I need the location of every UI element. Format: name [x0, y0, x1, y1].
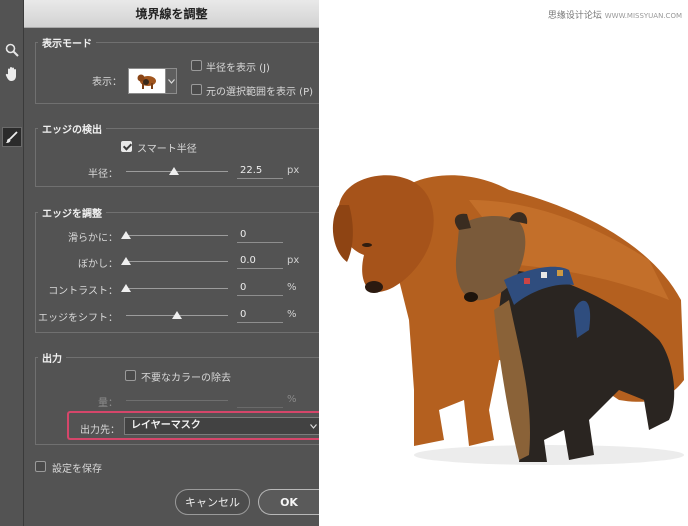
output-to-label: 出力先： [80, 425, 120, 436]
dogs-photo [332, 175, 684, 465]
contrast-slider-track[interactable] [126, 288, 228, 289]
amount-field [237, 392, 283, 408]
shift-edge-field[interactable]: 0 [237, 307, 283, 323]
shift-edge-label: エッジをシフト： [38, 313, 118, 324]
output-to-value: レイヤーマスク [131, 420, 201, 431]
golden-dog-ear [332, 205, 353, 262]
smart-radius-checkbox[interactable] [121, 141, 132, 152]
collar-patch-3 [557, 270, 563, 276]
adjust-edge-title: エッジを調整 [38, 205, 106, 220]
edge-detection-title: エッジの検出 [38, 121, 106, 136]
shift-edge-slider-thumb[interactable] [172, 311, 182, 319]
hand-icon[interactable] [2, 64, 22, 84]
ground-shadow [414, 445, 684, 465]
zoom-icon[interactable] [2, 40, 22, 60]
refine-brush-icon[interactable] [2, 127, 22, 147]
dialog-title: 境界線を調整 [135, 7, 208, 21]
tool-strip [0, 0, 24, 526]
ok-button[interactable]: OK [258, 489, 319, 515]
smooth-field[interactable]: 0 [237, 227, 283, 243]
terrier-nose [464, 292, 478, 302]
show-radius-checkbox[interactable] [191, 60, 202, 71]
smart-radius-label: スマート半径 [137, 144, 197, 155]
feather-slider-track[interactable] [126, 261, 228, 262]
image-canvas: 思缘设计论坛 WWW.MISSYUAN.COM [319, 0, 688, 526]
show-original-label: 元の選択範囲を表示 (P) [206, 87, 314, 98]
refine-edge-dialog: 境界線を調整 表示モード 表示： 半径を表示 (J) 元の選択範囲を表示 (P)… [24, 0, 319, 526]
amount-unit: % [287, 394, 297, 405]
feather-label: ぼかし： [78, 259, 118, 270]
contrast-unit: % [287, 282, 297, 293]
smooth-slider-thumb[interactable] [121, 231, 131, 239]
feather-slider-thumb[interactable] [121, 257, 131, 265]
shift-edge-unit: % [287, 309, 297, 320]
contrast-slider-thumb[interactable] [121, 284, 131, 292]
view-mode-dropdown[interactable] [166, 68, 177, 94]
decontaminate-label: 不要なカラーの除去 [141, 373, 231, 384]
dog-thumbnail-icon [137, 74, 156, 89]
contrast-field[interactable]: 0 [237, 280, 283, 296]
golden-dog-nose [365, 281, 383, 293]
decontaminate-checkbox[interactable] [125, 370, 136, 381]
golden-dog-eye [362, 243, 372, 247]
radius-unit: px [287, 165, 300, 176]
remember-settings-checkbox[interactable] [35, 461, 46, 472]
chevron-down-icon [167, 78, 175, 84]
smooth-slider-track[interactable] [126, 235, 228, 236]
amount-label: 量： [98, 398, 118, 409]
collar-patch-2 [541, 272, 547, 278]
radius-label: 半径： [88, 169, 118, 180]
amount-slider-track [126, 400, 228, 401]
smooth-label: 滑らかに： [68, 233, 118, 244]
view-mode-thumbnail[interactable] [128, 68, 166, 94]
view-mode-title: 表示モード [38, 35, 96, 50]
show-original-checkbox[interactable] [191, 84, 202, 95]
chevron-down-icon [310, 424, 317, 429]
remember-settings-label: 設定を保存 [52, 464, 102, 475]
radius-field[interactable]: 22.5 [237, 163, 283, 179]
contrast-label: コントラスト： [48, 286, 118, 297]
feather-field[interactable]: 0.0 [237, 253, 283, 269]
radius-slider-thumb[interactable] [168, 167, 179, 175]
output-to-select[interactable]: レイヤーマスク [124, 417, 319, 435]
collar-patch-1 [524, 278, 530, 284]
cancel-button[interactable]: キャンセル [175, 489, 250, 515]
show-radius-label: 半径を表示 (J) [206, 63, 270, 74]
dialog-titlebar: 境界線を調整 [24, 0, 319, 28]
view-label: 表示： [92, 77, 122, 88]
feather-unit: px [287, 255, 300, 266]
output-title: 出力 [38, 350, 66, 365]
